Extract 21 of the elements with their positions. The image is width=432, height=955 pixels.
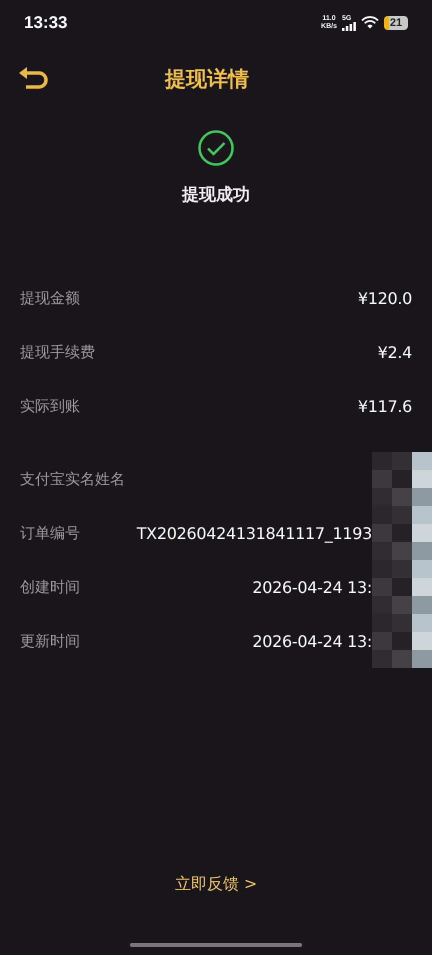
field-label: 提现手续费 [20,342,95,362]
battery-icon: 21 [384,16,408,30]
field-label: 实际到账 [20,396,80,416]
field-value: 2026-04-24 13: [252,632,372,650]
field-value: ¥120.0 [358,288,412,308]
field-value: TX20260424131841117_1193 [136,524,372,542]
back-icon [18,65,50,91]
field-label: 订单编号 [20,524,80,542]
status-text: 提现成功 [182,184,250,206]
field-label: 支付宝实名姓名 [20,470,125,488]
page-title: 提现详情 [164,66,250,93]
field-value: ¥117.6 [358,396,412,416]
field-label: 提现金额 [20,288,80,308]
field-label: 创建时间 [20,578,80,596]
feedback-link[interactable]: 立即反馈 > [174,874,258,895]
field-label: 更新时间 [20,632,80,650]
field-value: ¥2.4 [378,342,412,362]
signal-icon [342,22,356,30]
clock: 13:33 [24,12,68,32]
field-value: 2026-04-24 13: [252,578,372,596]
wifi-icon [361,16,379,29]
